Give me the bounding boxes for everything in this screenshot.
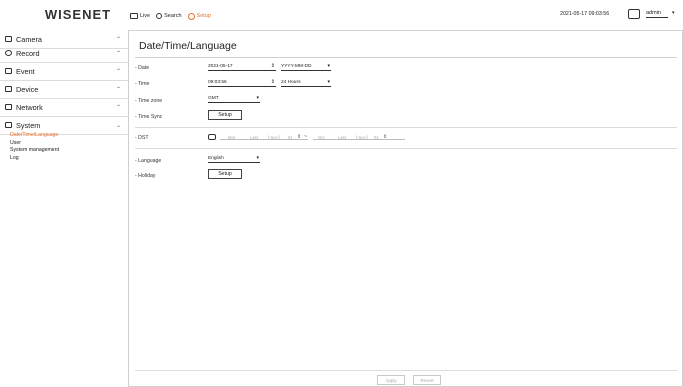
date-format-value: YYYY-MM-DD (281, 64, 312, 69)
nav-live[interactable]: Live (130, 13, 150, 19)
timezone-select[interactable]: GMT ▾ (208, 94, 260, 103)
monitor-icon (130, 13, 138, 19)
sidebar-item-label: Record (16, 48, 40, 58)
timezone-label: - Time zone (135, 98, 163, 104)
stepper-icon[interactable]: ⇕ (297, 134, 301, 140)
timesync-label: - Time Sync (135, 114, 163, 120)
timesync-setup-button[interactable]: Setup (208, 110, 242, 120)
date-format-select[interactable]: YYYY-MM-DD ▾ (281, 62, 331, 71)
dst-checkbox[interactable] (208, 134, 216, 140)
system-icon (5, 122, 12, 128)
sidebar-item-label: Camera (16, 34, 42, 44)
revert-button[interactable]: Revert (413, 375, 441, 385)
top-bar: WISENET Live Search Setup 2021-05-17 09:… (0, 0, 683, 31)
top-nav: Live Search Setup (130, 9, 211, 23)
time-label: - Time (135, 81, 150, 87)
sidebar-item-network[interactable]: Network ⌃ (0, 98, 128, 117)
dst-start-month: Mar (228, 135, 236, 140)
chevron-up-icon: ⌃ (115, 86, 121, 93)
nav-live-label: Live (140, 13, 151, 19)
submenu-system-management[interactable]: System management (10, 147, 59, 155)
holiday-label: - Holiday (135, 173, 156, 179)
sidebar-item-label: Device (16, 84, 39, 94)
dst-start-day: [ Sun ] (268, 135, 281, 140)
network-icon (5, 104, 12, 110)
stepper-icon[interactable]: ⇕ (271, 79, 275, 85)
nav-search[interactable]: Search (156, 13, 182, 19)
current-datetime: 2021-05-17 09:03:56 (560, 11, 610, 17)
apply-button[interactable]: Apply (377, 375, 405, 385)
gear-icon (187, 12, 195, 20)
nav-setup-label: Setup (196, 13, 211, 19)
date-field[interactable]: 2021-05-17 ⇕ (208, 62, 276, 71)
user-icon[interactable] (628, 9, 640, 19)
date-value: 2021-05-17 (208, 64, 233, 69)
stepper-icon[interactable]: ⇕ (383, 134, 387, 140)
chevron-up-icon: ⌃ (115, 36, 121, 43)
dst-label: - DST (135, 135, 149, 141)
event-icon (5, 68, 12, 74)
holiday-setup-button[interactable]: Setup (208, 169, 242, 179)
section-divider (135, 127, 677, 128)
time-format-value: 24 Hours (281, 80, 301, 85)
chevron-up-icon: ⌃ (115, 104, 121, 111)
system-submenu: Date/Time/Language User System managemen… (10, 132, 59, 162)
search-icon (156, 13, 163, 19)
time-field[interactable]: 09:03:56 ⇕ (208, 78, 276, 87)
dst-end-hour: 01 (374, 135, 379, 140)
language-select[interactable]: English ▾ (208, 154, 260, 163)
page-title: Date/Time/Language (139, 40, 237, 52)
submenu-date-time-language[interactable]: Date/Time/Language (10, 132, 59, 140)
dst-start-hour: 01 (288, 135, 293, 140)
chevron-up-icon: ⌃ (115, 50, 121, 57)
dropdown-arrow-icon: ▾ (327, 79, 330, 85)
nav-search-label: Search (164, 13, 182, 19)
user-caret-icon[interactable]: ▾ (672, 10, 675, 16)
dropdown-arrow-icon: ▾ (256, 95, 259, 101)
language-value: English (208, 156, 224, 161)
camera-icon (5, 36, 12, 42)
title-divider (135, 57, 677, 58)
sidebar-item-label: Network (16, 102, 43, 112)
submenu-log[interactable]: Log (10, 155, 59, 163)
sidebar-item-event[interactable]: Event ⌃ (0, 62, 128, 81)
time-format-select[interactable]: 24 Hours ▾ (281, 78, 331, 87)
record-icon (5, 50, 12, 56)
dst-range-separator: ~ (304, 134, 308, 140)
dst-end-day: [ Sun ] (356, 135, 369, 140)
sidebar-item-label: Event (16, 66, 35, 76)
dropdown-arrow-icon: ▾ (327, 63, 330, 69)
time-value: 09:03:56 (208, 80, 227, 85)
sidebar-item-device[interactable]: Device ⌃ (0, 80, 128, 99)
section-divider (135, 148, 677, 149)
dropdown-arrow-icon: ▾ (256, 155, 259, 161)
sidebar-item-label: System (16, 120, 41, 130)
timezone-value: GMT (208, 96, 219, 101)
sidebar-item-record[interactable]: Record ⌃ (0, 44, 128, 63)
date-label: - Date (135, 65, 150, 71)
language-label: - Language (135, 158, 162, 164)
sidebar: Camera ⌃ Record ⌃ Event ⌃ Device ⌃ Netwo… (0, 30, 129, 387)
footer-divider (135, 370, 677, 371)
nav-setup[interactable]: Setup (187, 12, 211, 20)
stepper-icon[interactable]: ⇕ (271, 63, 275, 69)
user-name-dropdown[interactable]: admin (646, 10, 668, 18)
chevron-up-icon: ⌃ (115, 68, 121, 75)
wisenet-logo: WISENET (44, 7, 112, 22)
chevron-down-icon: ⌄ (115, 122, 121, 129)
dst-end-month: Oct (318, 135, 325, 140)
dst-start-week: Last (250, 135, 258, 140)
device-icon (5, 86, 12, 92)
main-content: Date/Time/Language - Date 2021-05-17 ⇕ Y… (129, 30, 682, 387)
submenu-user[interactable]: User (10, 140, 59, 148)
dst-end-week: Last (338, 135, 346, 140)
